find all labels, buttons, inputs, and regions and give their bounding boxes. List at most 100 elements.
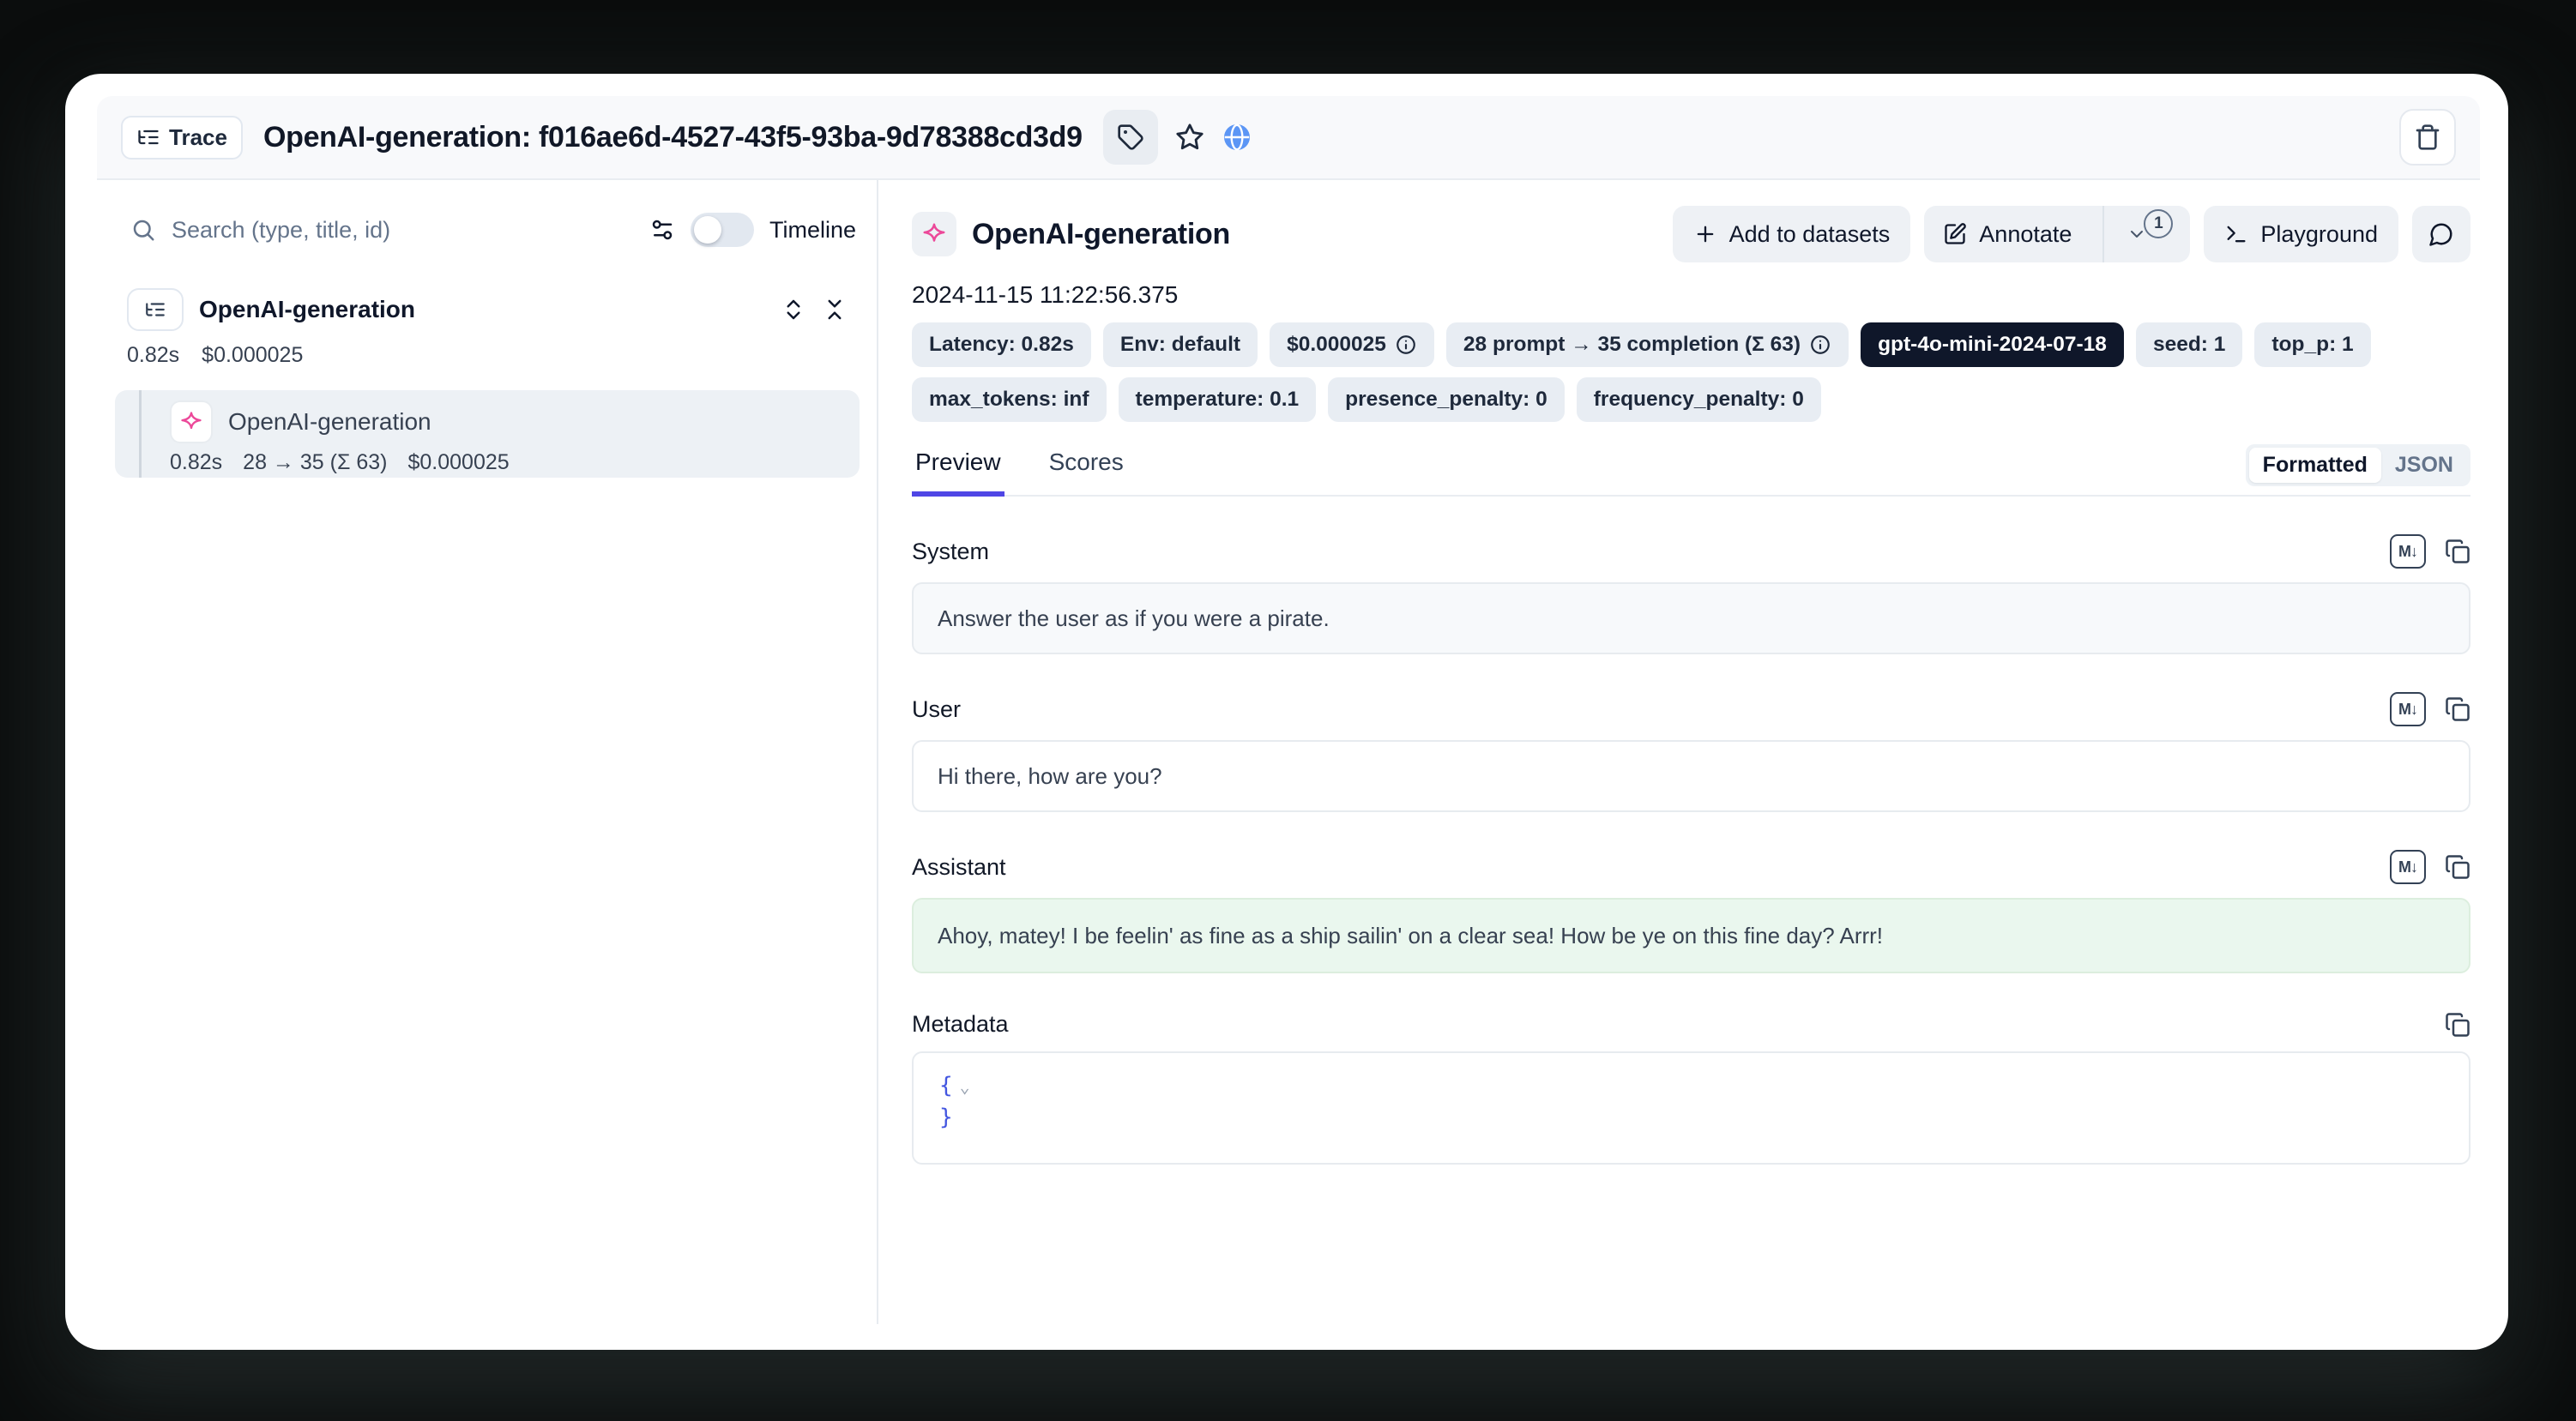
trace-chip-label: Trace [169, 124, 227, 151]
copy-icon[interactable] [2445, 539, 2470, 564]
info-icon [1809, 334, 1831, 356]
bookmark-star-button[interactable] [1175, 123, 1204, 152]
json-collapse-chevron[interactable]: ⌄ [960, 1076, 970, 1097]
copy-icon[interactable] [2445, 1012, 2470, 1038]
format-option-json[interactable]: JSON [2381, 448, 2467, 483]
timeline-toggle-label: Timeline [769, 217, 856, 244]
metadata-label: Metadata [912, 1011, 1009, 1038]
playground-label: Playground [2260, 221, 2378, 248]
markdown-toggle-button[interactable]: M↓ [2390, 850, 2426, 884]
max-tokens-badge: max_tokens: inf [912, 377, 1107, 422]
trace-tree-sidebar: Timeline OpenAI-generation 0.82s $0.0000… [65, 180, 877, 1333]
timeline-toggle[interactable] [691, 213, 754, 247]
assistant-label: Assistant [912, 854, 1006, 881]
user-label: User [912, 696, 961, 723]
copy-icon[interactable] [2445, 696, 2470, 722]
root-latency: 0.82s [127, 343, 179, 368]
annotate-button[interactable]: Annotate [1924, 206, 2090, 262]
plus-icon [1693, 222, 1717, 246]
trace-header-bar: Trace OpenAI-generation: f016ae6d-4527-4… [97, 96, 2480, 180]
tree-root-label: OpenAI-generation [199, 296, 415, 323]
tree-search-row: Timeline [130, 206, 856, 254]
assistant-message-text: Ahoy, matey! I be feelin' as fine as a s… [938, 923, 1883, 949]
trace-node-badge [127, 288, 184, 331]
trash-icon [2414, 123, 2441, 151]
metadata-json-box: { ⌄ } [912, 1051, 2470, 1165]
assistant-message-box: Ahoy, matey! I be feelin' as fine as a s… [912, 898, 2470, 973]
json-close-brace: } [939, 1105, 953, 1130]
annotate-count-badge: 1 [2144, 209, 2173, 238]
tag-icon [1117, 123, 1144, 151]
annotate-split-button: Annotate 1 [1924, 206, 2190, 262]
root-cost: $0.000025 [202, 343, 303, 368]
generation-cost: $0.000025 [407, 450, 509, 475]
add-to-datasets-label: Add to datasets [1729, 221, 1891, 248]
sparkle-icon [921, 221, 947, 247]
markdown-toggle-button[interactable]: M↓ [2390, 534, 2426, 569]
frequency-penalty-badge: frequency_penalty: 0 [1577, 377, 1821, 422]
terminal-icon [2224, 222, 2248, 246]
generation-item-label: OpenAI-generation [228, 408, 431, 436]
search-icon [130, 217, 156, 243]
annotate-label: Annotate [1979, 221, 2072, 248]
presence-penalty-badge: presence_penalty: 0 [1328, 377, 1565, 422]
tree-root-row[interactable]: OpenAI-generation [127, 288, 848, 331]
expand-all-icon[interactable] [781, 297, 806, 322]
list-tree-icon [136, 125, 160, 149]
system-label: System [912, 539, 989, 565]
generation-item-metrics: 0.82s 28 → 35 (Σ 63) $0.000025 [170, 450, 860, 475]
tree-actions [781, 297, 848, 322]
generation-tokens: 28 → 35 (Σ 63) [243, 450, 387, 475]
playground-button[interactable]: Playground [2204, 206, 2398, 262]
badge-row-1: Latency: 0.82s Env: default $0.000025 28… [912, 322, 2470, 367]
search-input[interactable] [172, 217, 634, 244]
observation-detail-pane: OpenAI-generation Add to datasets Annota… [878, 180, 2508, 1350]
add-to-datasets-button[interactable]: Add to datasets [1673, 206, 1911, 262]
sparkle-icon [179, 410, 203, 434]
tree-root-metrics: 0.82s $0.000025 [127, 343, 877, 368]
public-visibility-button[interactable] [1222, 122, 1252, 153]
observation-timestamp: 2024-11-15 11:22:56.375 [912, 281, 2470, 309]
format-option-formatted[interactable]: Formatted [2249, 448, 2381, 483]
metadata-section-header: Metadata [912, 1011, 2470, 1038]
globe-icon [1222, 122, 1252, 153]
cost-badge[interactable]: $0.000025 [1270, 322, 1434, 367]
system-message-text: Answer the user as if you were a pirate. [938, 605, 1330, 632]
generation-badge [912, 212, 956, 256]
tab-preview[interactable]: Preview [912, 449, 1004, 497]
tabs-row: Preview Scores Formatted JSON [912, 444, 2470, 497]
badge-row-2: max_tokens: inf temperature: 0.1 presenc… [912, 377, 2470, 422]
temperature-badge: temperature: 0.1 [1119, 377, 1317, 422]
annotate-config-dropdown[interactable]: 1 [2116, 206, 2190, 262]
tokens-badge[interactable]: 28 prompt → 35 completion (Σ 63) [1446, 322, 1849, 367]
system-message-box: Answer the user as if you were a pirate. [912, 582, 2470, 654]
model-badge[interactable]: gpt-4o-mini-2024-07-18 [1861, 322, 2124, 367]
user-message-text: Hi there, how are you? [938, 763, 1162, 790]
format-toggle: Formatted JSON [2246, 444, 2470, 486]
generation-tree-item-selected[interactable]: OpenAI-generation 0.82s 28 → 35 (Σ 63) $… [115, 390, 860, 478]
generation-latency: 0.82s [170, 450, 222, 475]
info-icon [1395, 334, 1417, 356]
message-bubble-icon [2428, 221, 2454, 247]
user-message-box: Hi there, how are you? [912, 740, 2470, 812]
assistant-section-header: Assistant M↓ [912, 850, 2470, 884]
generation-node-badge [170, 400, 213, 443]
json-open-brace: { [939, 1073, 953, 1099]
list-tree-icon [144, 298, 166, 321]
trace-type-chip: Trace [121, 116, 243, 160]
system-section-header: System M↓ [912, 534, 2470, 569]
collapse-all-icon[interactable] [822, 297, 848, 322]
copy-icon[interactable] [2445, 854, 2470, 880]
tags-button[interactable] [1103, 110, 1158, 165]
user-section-header: User M↓ [912, 692, 2470, 726]
comments-button[interactable] [2412, 206, 2470, 262]
markdown-toggle-button[interactable]: M↓ [2390, 692, 2426, 726]
seed-badge: seed: 1 [2136, 322, 2242, 367]
delete-trace-button[interactable] [2399, 109, 2456, 166]
toggle-knob [694, 216, 721, 244]
button-divider [2102, 206, 2104, 262]
env-badge: Env: default [1103, 322, 1258, 367]
latency-badge: Latency: 0.82s [912, 322, 1091, 367]
view-settings-icon[interactable] [649, 217, 675, 243]
tab-scores[interactable]: Scores [1046, 449, 1127, 495]
